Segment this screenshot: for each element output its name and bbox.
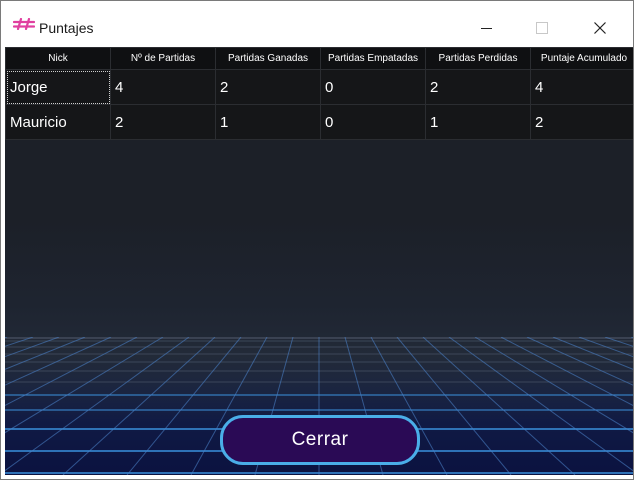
window-title: Puntajes bbox=[39, 20, 94, 36]
close-window-button[interactable] bbox=[577, 11, 623, 45]
title-bar[interactable]: Puntajes bbox=[1, 1, 633, 47]
maximize-button[interactable] bbox=[519, 11, 565, 45]
maximize-icon bbox=[536, 22, 548, 34]
column-header-draws[interactable]: Partidas Empatadas bbox=[320, 47, 426, 70]
close-button[interactable]: Cerrar bbox=[220, 415, 420, 465]
column-header-nick[interactable]: Nick bbox=[5, 47, 111, 70]
cell-draws[interactable]: 0 bbox=[320, 69, 426, 105]
cell-nick[interactable]: Mauricio bbox=[5, 104, 111, 140]
table-row[interactable]: Mauricio 2 1 0 1 2 bbox=[5, 104, 633, 140]
cell-score[interactable]: 4 bbox=[530, 69, 633, 105]
column-header-wins[interactable]: Partidas Ganadas bbox=[215, 47, 321, 70]
cell-wins[interactable]: 2 bbox=[215, 69, 321, 105]
table-header-row: Nick Nº de Partidas Partidas Ganadas Par… bbox=[5, 47, 633, 70]
close-icon bbox=[594, 22, 606, 34]
cell-losses[interactable]: 1 bbox=[425, 104, 531, 140]
column-header-games[interactable]: Nº de Partidas bbox=[110, 47, 216, 70]
column-header-losses[interactable]: Partidas Perdidas bbox=[425, 47, 531, 70]
minimize-button[interactable] bbox=[463, 11, 509, 45]
minimize-icon bbox=[480, 27, 492, 29]
cell-draws[interactable]: 0 bbox=[320, 104, 426, 140]
cell-games[interactable]: 4 bbox=[110, 69, 216, 105]
hash-icon bbox=[13, 18, 35, 30]
cell-games[interactable]: 2 bbox=[110, 104, 216, 140]
scores-window: Puntajes Nick Nº de Partidas Partidas Ga… bbox=[0, 0, 634, 480]
scores-panel: Nick Nº de Partidas Partidas Ganadas Par… bbox=[5, 47, 633, 475]
cell-losses[interactable]: 2 bbox=[425, 69, 531, 105]
scores-table[interactable]: Nick Nº de Partidas Partidas Ganadas Par… bbox=[5, 47, 633, 140]
cell-wins[interactable]: 1 bbox=[215, 104, 321, 140]
cell-score[interactable]: 2 bbox=[530, 104, 633, 140]
cell-nick[interactable]: Jorge bbox=[5, 69, 111, 105]
table-row[interactable]: Jorge 4 2 0 2 4 bbox=[5, 69, 633, 105]
column-header-score[interactable]: Puntaje Acumulado bbox=[530, 47, 633, 70]
